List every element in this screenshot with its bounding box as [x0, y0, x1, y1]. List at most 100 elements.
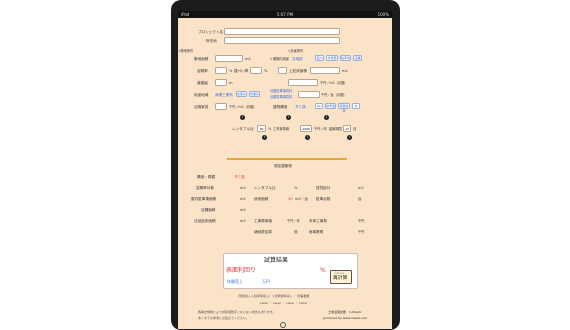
- project-cost-label: 総事業費: [309, 230, 324, 234]
- project-name-input[interactable]: [224, 28, 340, 35]
- nearby-rent-input[interactable]: [215, 103, 227, 110]
- construction-cost-input[interactable]: 1000: [300, 125, 312, 132]
- section-divider: [227, 158, 347, 160]
- lease-label: 賃貸部分: [316, 186, 331, 190]
- footer-labels: Label ・ Label ・ Label ・ Label: [260, 301, 308, 305]
- nearby-rent-label: 近隣家賃: [194, 105, 209, 109]
- rentable-unit: %: [294, 186, 298, 190]
- parking-rent-input[interactable]: [298, 91, 320, 98]
- coverage-unit: %: [229, 69, 233, 73]
- project-label: プロジェクト名: [198, 30, 224, 34]
- shop-area-unit: m2: [240, 208, 246, 212]
- floors-label: 上記床面積: [289, 69, 307, 73]
- use-indoor-button[interactable]: 室内: [315, 55, 324, 61]
- structure-label: 建物構造: [273, 105, 288, 109]
- frontage-label: 1 期縁内用途: [270, 57, 289, 61]
- body-cost-label: 本体工事費: [309, 219, 327, 223]
- battery-indicator: 100%: [377, 12, 389, 17]
- site-area-label: 敷地面積: [194, 57, 209, 61]
- disclaimer-line-2: あくまでも参考にお役立てください。: [198, 316, 249, 320]
- rentable-ratio-label: レンタブル比: [232, 127, 254, 131]
- summary-structure-label: 構造・規模: [197, 175, 215, 179]
- road-label: 道路幅: [197, 81, 208, 85]
- zoning-value: 商業工業系: [215, 93, 233, 97]
- annual-sales-unit: 万円: [262, 279, 270, 284]
- floor-area-input[interactable]: [310, 67, 340, 74]
- used-area-unit: m2／台: [295, 197, 308, 201]
- used-area-label: 使用面積: [254, 197, 269, 201]
- parking-rent-unit: 千円／台（月額）: [321, 93, 347, 97]
- floor-count-input[interactable]: [278, 67, 287, 74]
- brand-label: 土地活用診断 V-Check: [328, 310, 362, 314]
- summary-title: 想定建築物: [274, 164, 292, 168]
- parking-area-label: 屋内駐車場面積: [191, 197, 217, 201]
- rentable-label: レンタブル比: [254, 186, 276, 190]
- coverage-label: 容積率: [197, 69, 208, 73]
- info-icon[interactable]: i: [286, 115, 291, 120]
- coverage-input[interactable]: [215, 67, 227, 74]
- body-cost-unit: 千円: [358, 219, 365, 223]
- result-panel: 試算結果 表面利回り % 年間売上 万円 V-Check 再計算: [223, 253, 358, 289]
- info-icon[interactable]: i: [240, 115, 245, 120]
- floor-area-unit: m2: [342, 69, 348, 73]
- use-common-button[interactable]: 共用部: [326, 55, 338, 61]
- info-icon[interactable]: i: [347, 135, 352, 140]
- site-area-input[interactable]: [215, 55, 243, 62]
- zoning-commercial-button[interactable]: 商業系: [249, 91, 260, 97]
- construction-period-input[interactable]: 12: [343, 125, 351, 132]
- zoning-residential-button[interactable]: 住居系: [236, 91, 247, 97]
- parking-spaces-label: 駐車台数: [316, 197, 331, 201]
- lease-unit: m2: [358, 186, 364, 190]
- bcr-input[interactable]: [250, 67, 262, 74]
- info-icon[interactable]: i: [324, 115, 329, 120]
- use-parking-button[interactable]: 駐車場: [340, 55, 351, 61]
- status-bar: iPad 5:07 PM 100%: [178, 11, 392, 18]
- home-button[interactable]: [280, 322, 286, 328]
- structure-wood-button[interactable]: 木: [352, 103, 360, 109]
- site-area-unit: m2: [245, 57, 251, 61]
- bcr-unit: %: [264, 69, 268, 73]
- clock: 5:07 PM: [276, 12, 294, 17]
- coverage-note: 建ぺい率: [234, 69, 249, 73]
- info-icon[interactable]: i: [262, 135, 267, 140]
- unit-cost-label: 工事費単価: [254, 219, 272, 223]
- use-shop-button[interactable]: 店舗: [353, 55, 362, 61]
- rentable-ratio-unit: %: [268, 127, 272, 131]
- road-unit: m: [229, 81, 233, 85]
- yield-unit: %: [320, 267, 326, 274]
- structure-steel-button[interactable]: 鉄骨造: [325, 103, 336, 109]
- structure-light-steel-button[interactable]: 軽量鉄骨: [338, 103, 350, 113]
- location-label: 所在地: [206, 39, 217, 43]
- shop-area-label: 店舗面積: [201, 208, 216, 212]
- total-floor-unit: m2: [240, 219, 246, 223]
- annual-sales-label: 年間売上: [227, 279, 243, 284]
- volume-unit: m2: [240, 186, 246, 190]
- rent-input[interactable]: [288, 79, 318, 86]
- summary-structure-value: ＲＣ造: [234, 175, 245, 179]
- building-section-title: ▽計画条件: [288, 49, 304, 53]
- construction-cost-label: 工事費単価: [273, 127, 289, 131]
- road-width-input[interactable]: [215, 79, 227, 86]
- produced-by: produced by www.mukai.com: [323, 316, 368, 320]
- parking-spaces-unit: 台: [358, 197, 362, 201]
- parking-area-unit: m2: [240, 197, 246, 201]
- nearby-parking-link[interactable]: 近隣駐車場賃料: [270, 89, 292, 93]
- nearby-parking-link-2[interactable]: 近隣駐車場賃料: [270, 95, 292, 99]
- nearby-rent-unit: 千円／m2（月額）: [229, 105, 257, 109]
- zoning-label: 用途地域: [194, 93, 209, 97]
- additional-unit: 倍: [294, 230, 298, 234]
- structure-rc-button[interactable]: RC: [315, 103, 323, 109]
- recalc-brand: V-Check: [334, 272, 345, 275]
- app-screen: iPad 5:07 PM 100% プロジェクト名 所在地 ▽敷地条件 ▽計画条…: [178, 11, 392, 329]
- info-icon[interactable]: i: [305, 135, 310, 140]
- used-area-value: 30: [288, 197, 293, 201]
- recalculate-button[interactable]: V-Check 再計算: [330, 270, 352, 284]
- formula-note: （家賃収入＋駐車場収入）×近隣賃料収入 ／ 総事業費: [236, 294, 310, 298]
- project-cost-unit: 千円: [358, 230, 365, 234]
- rentable-ratio-input[interactable]: 90: [257, 125, 266, 132]
- total-floor-label: 法延延床面積: [194, 219, 216, 223]
- construction-period-unit: 月: [353, 127, 357, 131]
- location-input[interactable]: [224, 37, 340, 44]
- rent-unit: 千円／m2（月額）: [320, 81, 348, 85]
- structure-value: ＲＣ造: [295, 105, 306, 109]
